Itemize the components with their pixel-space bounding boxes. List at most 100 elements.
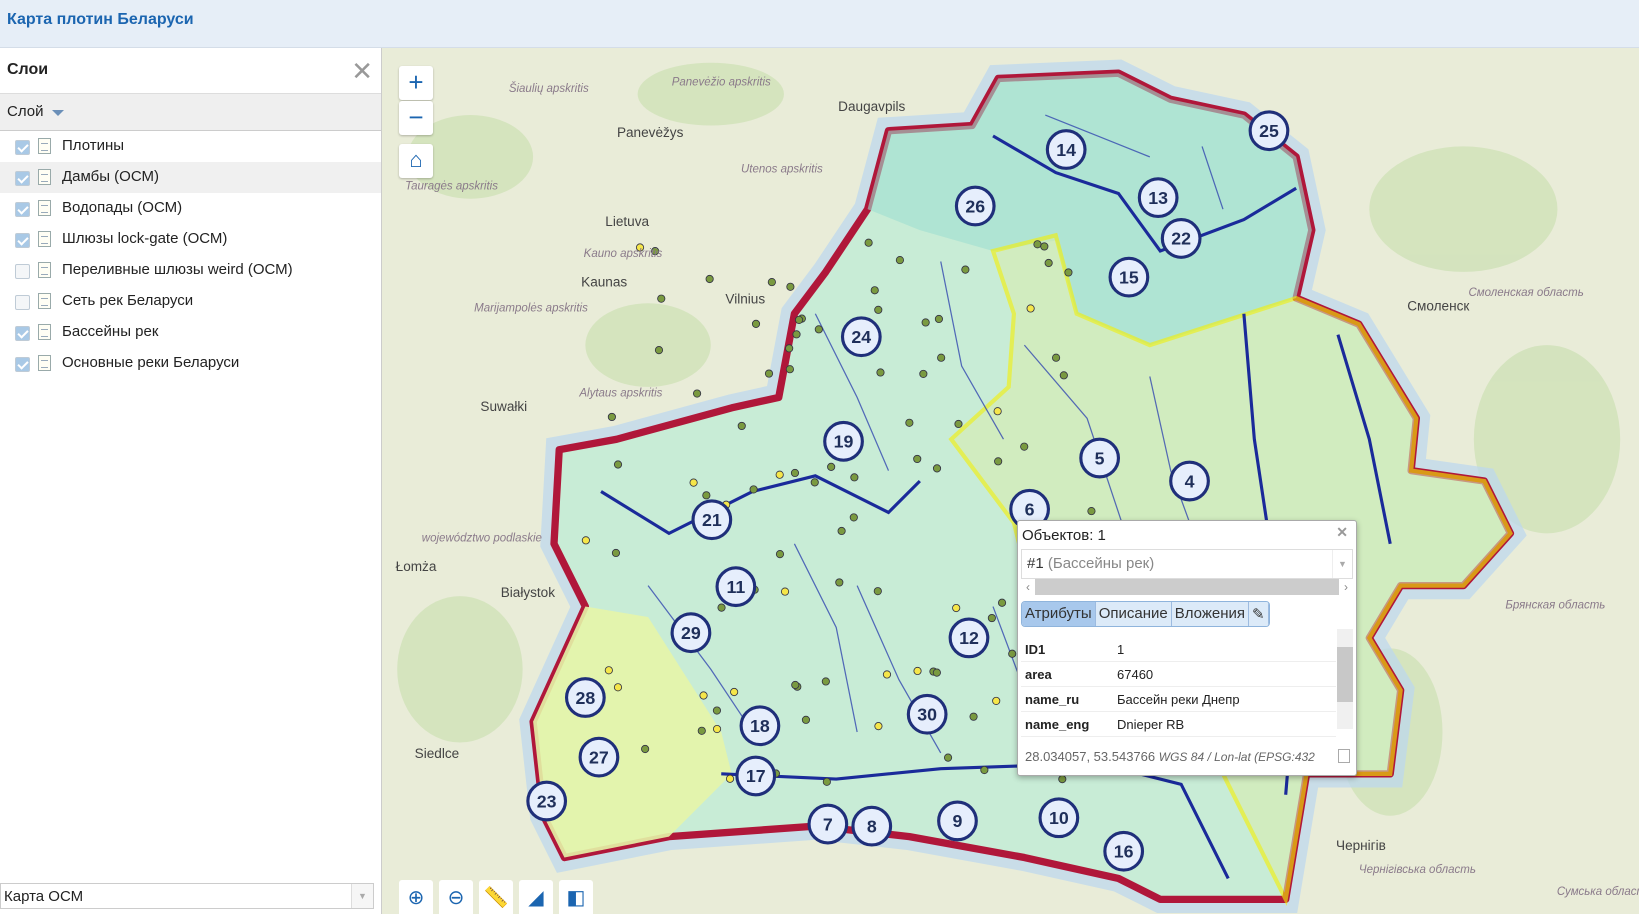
dam-point[interactable]	[873, 587, 882, 596]
dam-point[interactable]	[654, 346, 664, 355]
dam-point[interactable]	[993, 407, 1002, 416]
cluster-marker[interactable]: 28	[564, 677, 606, 718]
chevron-down-icon[interactable]: ▼	[351, 884, 373, 908]
dam-point[interactable]	[705, 274, 714, 284]
measure-area-button[interactable]: ◢	[519, 880, 553, 914]
layer-item[interactable]: Переливные шлюзы weird (ОСМ)	[0, 255, 381, 286]
cluster-marker[interactable]: 15	[1108, 256, 1150, 298]
layer-checkbox[interactable]	[15, 171, 30, 186]
vertical-scrollbar[interactable]	[1337, 629, 1353, 729]
dam-point[interactable]	[730, 687, 739, 697]
layer-checkbox[interactable]	[15, 202, 30, 217]
crs-select[interactable]: WGS 84 / Lon-lat (EPSG:432	[1159, 750, 1315, 764]
layer-item[interactable]: Сеть рек Беларуси	[0, 286, 381, 317]
layer-column-header[interactable]: Слой	[0, 94, 381, 131]
home-button[interactable]: ⌂	[399, 144, 433, 178]
layer-item[interactable]: Бассейны рек	[0, 317, 381, 348]
dam-point[interactable]	[1087, 507, 1096, 516]
dam-point[interactable]	[937, 353, 946, 362]
dam-point[interactable]	[725, 774, 735, 783]
cluster-marker[interactable]: 5	[1079, 437, 1121, 479]
dam-point[interactable]	[961, 265, 970, 274]
dam-point[interactable]	[882, 670, 892, 679]
feature-select[interactable]: #1 (Бассейны рек) ▼	[1021, 549, 1353, 579]
cluster-marker[interactable]: 19	[823, 420, 864, 462]
cluster-marker[interactable]: 11	[715, 566, 757, 608]
dam-point[interactable]	[792, 330, 801, 339]
layer-item[interactable]: Водопады (ОСМ)	[0, 193, 381, 224]
dam-point[interactable]	[980, 765, 989, 775]
dam-point[interactable]	[737, 421, 746, 431]
layer-item[interactable]: Плотины	[0, 131, 381, 162]
dam-point[interactable]	[1044, 258, 1053, 268]
cluster-marker[interactable]: 29	[670, 612, 712, 654]
dam-point[interactable]	[969, 712, 978, 721]
cluster-marker[interactable]: 22	[1160, 218, 1202, 259]
dam-point[interactable]	[785, 344, 794, 353]
dam-point[interactable]	[905, 418, 914, 427]
cluster-marker[interactable]: 25	[1248, 110, 1290, 152]
dam-point[interactable]	[895, 256, 904, 265]
scroll-left-icon[interactable]: ‹	[1021, 579, 1035, 595]
dam-point[interactable]	[1020, 442, 1029, 451]
dam-point[interactable]	[1008, 649, 1017, 658]
dam-point[interactable]	[749, 485, 758, 494]
dam-point[interactable]	[837, 526, 846, 536]
horizontal-scrollbar[interactable]: ‹ ›	[1021, 579, 1353, 595]
dam-point[interactable]	[641, 744, 650, 754]
tab-attributes[interactable]: Атрибуты	[1022, 602, 1096, 626]
layer-checkbox[interactable]	[15, 264, 30, 279]
cluster-marker[interactable]: 23	[526, 780, 568, 822]
dam-point[interactable]	[1058, 775, 1067, 784]
dam-point[interactable]	[992, 696, 1001, 706]
dam-point[interactable]	[699, 691, 708, 700]
cluster-marker[interactable]: 14	[1045, 129, 1087, 170]
dam-point[interactable]	[874, 305, 883, 314]
dam-point[interactable]	[822, 777, 831, 786]
cluster-marker[interactable]: 8	[851, 805, 893, 847]
layer-item[interactable]: Основные реки Беларуси	[0, 348, 381, 379]
dam-point[interactable]	[952, 603, 961, 613]
dam-point[interactable]	[717, 603, 726, 612]
dam-point[interactable]	[932, 668, 941, 677]
map-canvas[interactable]: Daugavpils Panevėžys Lietuva Kaunas Vilnius S…	[382, 48, 1639, 914]
cluster-marker[interactable]: 24	[840, 316, 882, 358]
dam-point[interactable]	[864, 238, 873, 247]
dam-point[interactable]	[1051, 353, 1061, 362]
cluster-marker[interactable]: 16	[1103, 830, 1145, 872]
dam-point[interactable]	[835, 578, 844, 587]
dam-point[interactable]	[794, 315, 804, 324]
dam-point[interactable]	[827, 462, 836, 471]
basemap-select[interactable]: Карта ОСМ ▼	[0, 883, 374, 909]
zoom-in-tool-button[interactable]: ⊕	[399, 880, 433, 914]
cluster-marker[interactable]: 10	[1038, 797, 1080, 839]
dam-point[interactable]	[1064, 268, 1073, 277]
dam-point[interactable]	[790, 468, 800, 478]
map-view[interactable]: Daugavpils Panevėžys Lietuva Kaunas Vilnius S…	[382, 48, 1639, 914]
caret-down-icon[interactable]	[52, 110, 64, 116]
dam-point[interactable]	[657, 294, 666, 303]
layer-checkbox[interactable]	[15, 326, 30, 341]
dam-point[interactable]	[932, 464, 942, 473]
tab-attachments[interactable]: Вложения	[1171, 602, 1249, 626]
dam-point[interactable]	[994, 457, 1003, 466]
dam-point[interactable]	[1033, 240, 1042, 249]
dam-point[interactable]	[921, 318, 930, 327]
cluster-marker[interactable]: 30	[906, 693, 948, 735]
dam-point[interactable]	[850, 473, 859, 482]
compare-button[interactable]: ◧	[559, 880, 593, 914]
dam-point[interactable]	[764, 369, 774, 378]
tab-description[interactable]: Описание	[1095, 602, 1172, 626]
dam-point[interactable]	[780, 587, 790, 596]
layer-checkbox[interactable]	[15, 357, 30, 372]
chevron-down-icon[interactable]: ▼	[1332, 550, 1352, 578]
layer-checkbox[interactable]	[15, 233, 30, 248]
dam-point[interactable]	[751, 319, 761, 328]
dam-point[interactable]	[611, 548, 621, 558]
measure-distance-button[interactable]: 📏	[479, 880, 513, 914]
layer-checkbox[interactable]	[15, 295, 30, 310]
dam-point[interactable]	[997, 598, 1007, 607]
close-icon[interactable]: ✕	[1336, 524, 1348, 541]
dam-point[interactable]	[919, 369, 928, 378]
edit-icon[interactable]: ✎	[1248, 602, 1269, 626]
